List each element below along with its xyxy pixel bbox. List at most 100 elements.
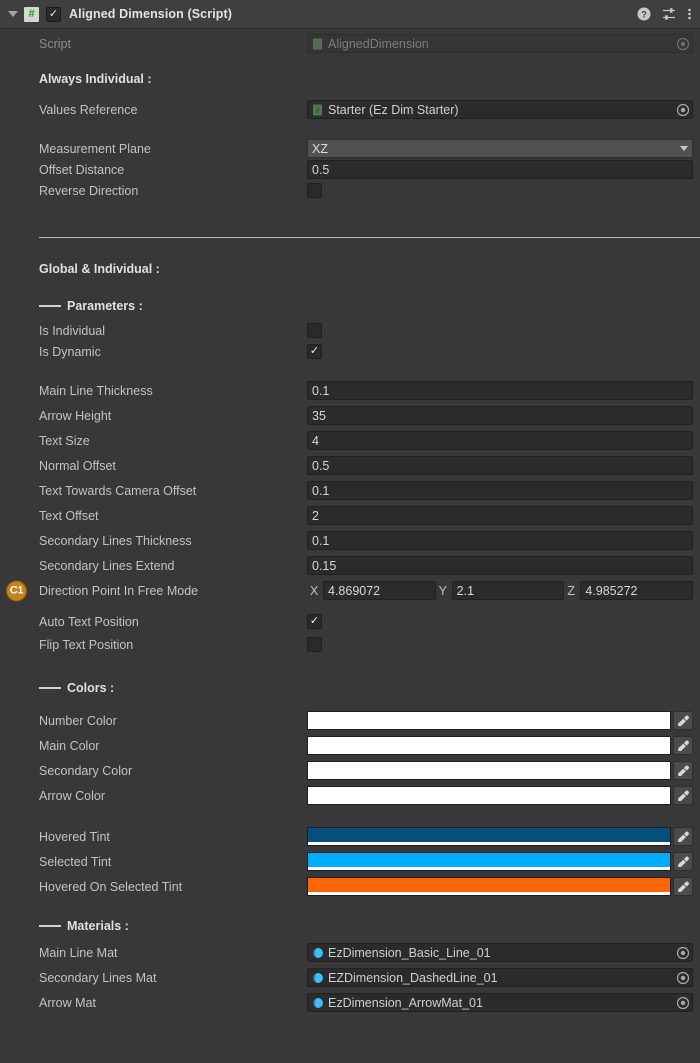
script-row: Script # AlignedDimension: [0, 33, 700, 54]
secondary-lines-extend-input[interactable]: 0.15: [307, 556, 693, 575]
svg-text:#: #: [315, 39, 320, 49]
color-eyedropper-button[interactable]: [673, 852, 693, 871]
color-row: Hovered Tint: [0, 824, 700, 849]
script-asset-icon: #: [313, 38, 322, 49]
script-asset-icon: #: [313, 104, 322, 115]
z-axis-label: Z: [567, 583, 575, 598]
color-swatch[interactable]: [307, 877, 671, 896]
flip-text-position-label: Flip Text Position: [39, 637, 134, 652]
reverse-direction-label: Reverse Direction: [39, 183, 139, 198]
direction-point-y-input[interactable]: 2.1: [451, 581, 565, 600]
is-individual-checkbox[interactable]: [307, 323, 322, 338]
secondary-lines-thickness-label: Secondary Lines Thickness: [39, 533, 192, 548]
flip-text-position-checkbox[interactable]: [307, 637, 322, 652]
c1-annotation-badge: C1: [6, 580, 27, 601]
text-offset-label: Text Offset: [39, 508, 99, 523]
auto-text-position-row: Auto Text Position ✓: [0, 611, 700, 632]
values-reference-label: Values Reference: [39, 102, 138, 117]
text-towards-camera-offset-input[interactable]: 0.1: [307, 481, 693, 500]
offset-distance-input[interactable]: 0.5: [307, 160, 693, 179]
color-eyedropper-button[interactable]: [673, 827, 693, 846]
color-label: Main Color: [39, 738, 100, 753]
material-label: Arrow Mat: [39, 995, 96, 1010]
color-swatch[interactable]: [307, 711, 671, 730]
page-title: Aligned Dimension (Script): [69, 7, 233, 21]
foldout-arrow-icon[interactable]: [6, 7, 20, 21]
secondary-lines-thickness-input[interactable]: 0.1: [307, 531, 693, 550]
color-label: Selected Tint: [39, 854, 112, 869]
color-swatch[interactable]: [307, 786, 671, 805]
main-line-thickness-row: Main Line Thickness 0.1: [0, 378, 700, 403]
color-swatch[interactable]: [307, 852, 671, 871]
arrow-height-input[interactable]: 35: [307, 406, 693, 425]
svg-text:?: ?: [641, 10, 647, 20]
color-row: Main Color: [0, 733, 700, 758]
color-swatch[interactable]: [307, 761, 671, 780]
material-row: Secondary Lines Mat EZDimension_DashedLin…: [0, 965, 700, 990]
eyedropper-icon: [678, 765, 689, 776]
component-header[interactable]: ✓ Aligned Dimension (Script) ?: [0, 0, 700, 29]
material-object-field[interactable]: EzDimension_ArrowMat_01: [307, 993, 693, 1012]
is-dynamic-row: Is Dynamic ✓: [0, 341, 700, 362]
material-label: Secondary Lines Mat: [39, 970, 157, 985]
object-picker-icon[interactable]: [676, 996, 690, 1010]
measurement-plane-label: Measurement Plane: [39, 141, 151, 156]
color-eyedropper-button[interactable]: [673, 736, 693, 755]
preset-icon[interactable]: [662, 7, 676, 21]
object-picker-icon[interactable]: [676, 103, 690, 117]
color-swatch[interactable]: [307, 736, 671, 755]
material-object-field[interactable]: EzDimension_Basic_Line_01: [307, 943, 693, 962]
values-reference-object-field[interactable]: # Starter (Ez Dim Starter): [307, 100, 693, 119]
eyedropper-icon: [678, 856, 689, 867]
color-label: Hovered On Selected Tint: [39, 879, 183, 894]
color-eyedropper-button[interactable]: [673, 877, 693, 896]
color-eyedropper-button[interactable]: [673, 786, 693, 805]
eyedropper-icon: [678, 881, 689, 892]
script-label: Script: [39, 36, 71, 51]
help-icon[interactable]: ?: [637, 7, 651, 21]
component-enabled-checkbox[interactable]: ✓: [46, 6, 61, 22]
measurement-plane-dropdown[interactable]: XZ: [307, 139, 693, 158]
colors-block: Number Color Main Color Secondary Color Arr…: [0, 708, 700, 899]
reverse-direction-checkbox[interactable]: [307, 183, 322, 198]
dash-lead-icon: [39, 304, 61, 307]
direction-point-x-input[interactable]: 4.869072: [323, 581, 436, 600]
eyedropper-icon: [678, 740, 689, 751]
script-object-field: # AlignedDimension: [307, 34, 693, 53]
normal-offset-input[interactable]: 0.5: [307, 456, 693, 475]
reverse-direction-row: Reverse Direction: [0, 180, 700, 201]
text-offset-row: Text Offset 2: [0, 503, 700, 528]
more-menu-icon[interactable]: [687, 7, 692, 21]
text-size-input[interactable]: 4: [307, 431, 693, 450]
materials-heading-label: Materials :: [67, 918, 129, 933]
text-towards-camera-offset-label: Text Towards Camera Offset: [39, 483, 197, 498]
values-reference-value: Starter (Ez Dim Starter): [328, 102, 459, 117]
text-size-row: Text Size 4: [0, 428, 700, 453]
y-axis-label: Y: [438, 583, 448, 598]
main-line-thickness-input[interactable]: 0.1: [307, 381, 693, 400]
measurement-plane-value: XZ: [312, 141, 328, 156]
color-row: Hovered On Selected Tint: [0, 874, 700, 899]
object-picker-icon[interactable]: [676, 971, 690, 985]
color-label: Secondary Color: [39, 763, 133, 778]
color-eyedropper-button[interactable]: [673, 711, 693, 730]
color-row: Number Color: [0, 708, 700, 733]
arrow-height-row: Arrow Height 35: [0, 403, 700, 428]
is-individual-label: Is Individual: [39, 323, 106, 338]
material-object-field[interactable]: EZDimension_DashedLine_01: [307, 968, 693, 987]
color-label: Arrow Color: [39, 788, 105, 803]
object-picker-icon[interactable]: [676, 946, 690, 960]
auto-text-position-checkbox[interactable]: ✓: [307, 614, 322, 629]
color-swatch[interactable]: [307, 827, 671, 846]
normal-offset-label: Normal Offset: [39, 458, 116, 473]
dash-lead-icon: [39, 924, 61, 927]
color-eyedropper-button[interactable]: [673, 761, 693, 780]
object-picker-icon[interactable]: [676, 37, 690, 51]
global-individual-heading: Global & Individual :: [39, 261, 160, 276]
is-dynamic-checkbox[interactable]: ✓: [307, 344, 322, 359]
secondary-lines-extend-row: Secondary Lines Extend 0.15: [0, 553, 700, 578]
parameters-heading-label: Parameters :: [67, 298, 143, 313]
direction-point-z-input[interactable]: 4.985272: [580, 581, 694, 600]
text-offset-input[interactable]: 2: [307, 506, 693, 525]
direction-point-row: C1 Direction Point In Free Mode X 4.8690…: [0, 578, 700, 603]
